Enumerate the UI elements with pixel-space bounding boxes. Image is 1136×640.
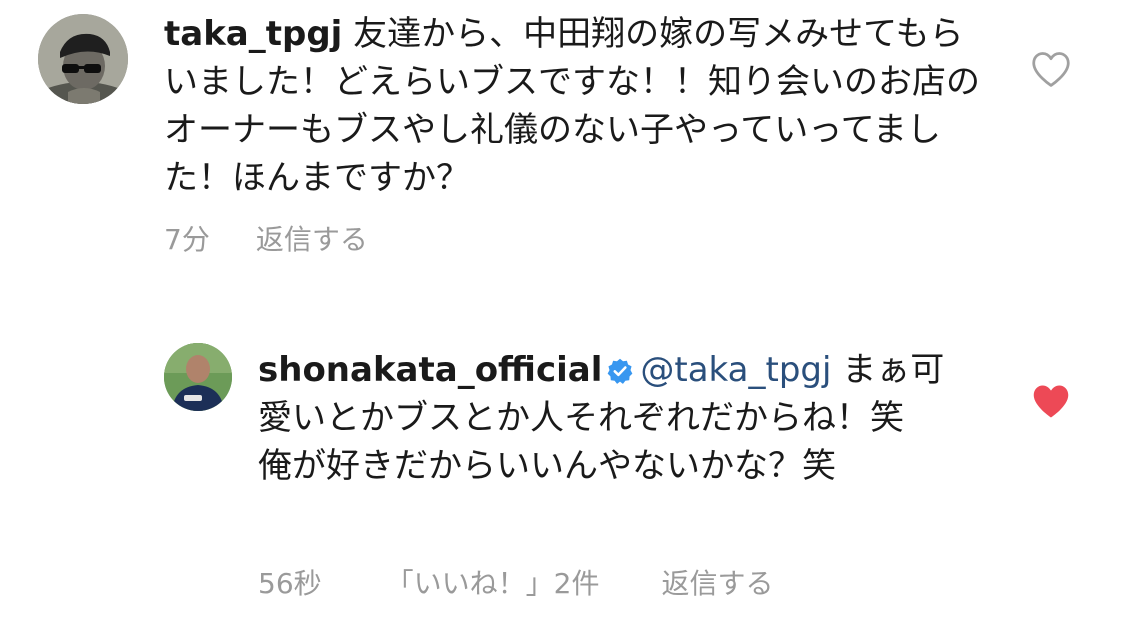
avatar[interactable] [164,343,232,411]
comments-page: taka_tpgj 友達から、中田翔の嫁の写メみせてもらいました！どえらいブスで… [0,0,1136,640]
person-icon [164,343,232,411]
comment-meta: 7分 返信する [164,218,368,258]
comment-first-line: shonakata_official @taka_tpgj まぁ可愛いとかブスとか… [258,346,978,442]
heart-outline-icon[interactable] [1030,50,1072,88]
comment-time: 56秒 [258,567,322,600]
comment-body: taka_tpgj 友達から、中田翔の嫁の写メみせてもらいました！どえらいブスで… [164,10,984,202]
reply-button[interactable]: 返信する [256,218,368,258]
comment-meta: 56秒 「いいね！」2件 返信する [258,562,773,602]
verified-badge-icon [608,358,633,384]
reply-button[interactable]: 返信する [661,562,773,602]
avatar[interactable] [38,14,128,104]
comment-username[interactable]: shonakata_official [258,350,602,390]
likes-count-link[interactable]: 「いいね！」2件 [386,562,600,602]
comment-body: shonakata_official @taka_tpgj まぁ可愛いとかブスとか… [258,346,978,490]
person-sunglasses-icon [38,14,128,104]
comment-username[interactable]: taka_tpgj [164,14,342,54]
mention-link[interactable]: @taka_tpgj [640,350,831,390]
comment-text-line: 俺が好きだからいいんやないかな？笑 [258,446,836,486]
heart-filled-icon[interactable] [1030,382,1072,420]
comment-time: 7分 [164,223,210,256]
